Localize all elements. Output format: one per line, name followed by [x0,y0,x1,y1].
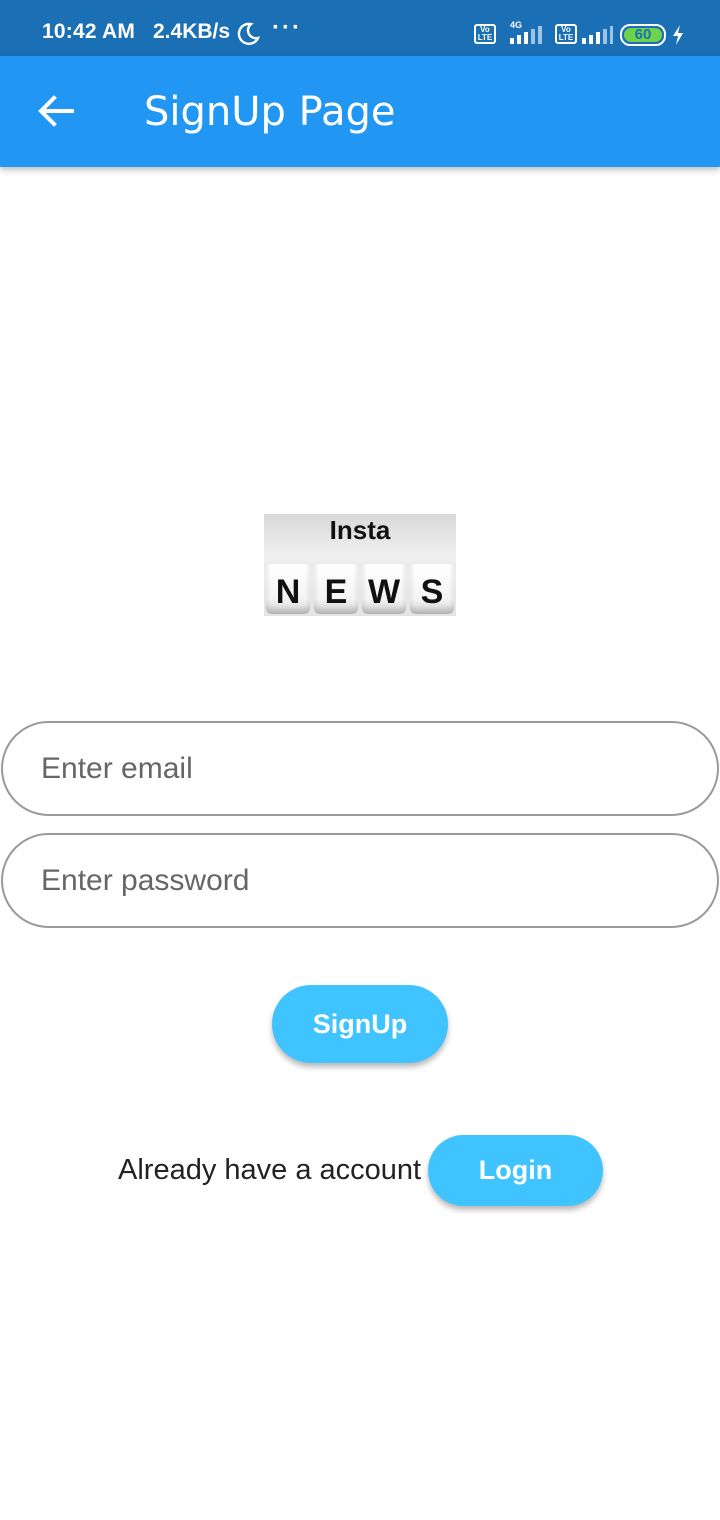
login-button[interactable]: Login [428,1135,603,1206]
logo-top-text: Insta [329,515,391,545]
volte-icon-sim2: Vo LTE [555,24,577,44]
email-field[interactable] [1,721,719,816]
battery-level: 60 [634,26,652,43]
logo-letter-cube: W [362,564,406,614]
logo-letter-cube: E [314,564,358,614]
password-input[interactable] [41,855,681,907]
app-bar: SignUp Page [0,56,720,167]
insta-news-logo: Insta N E W S [264,514,456,616]
logo-letter-cube: N [266,564,310,614]
moon-icon [236,22,261,51]
battery-icon: 60 [620,24,666,46]
already-have-account-text: Already have a account [118,1154,422,1186]
logo-letter-cube: S [410,564,454,614]
status-time: 10:42 AM [42,20,136,43]
more-notifications-icon: ··· [272,14,302,41]
charging-icon [671,24,685,51]
volte-icon: Vo LTE [474,24,496,44]
password-field[interactable] [1,833,719,928]
arrow-left-icon[interactable] [36,94,76,128]
status-bar: 10:42 AM 2.4KB/s ··· Vo LTE 4G Vo LTE 60 [0,0,720,56]
network-speed: 2.4KB/s [153,20,231,43]
signup-button[interactable]: SignUp [272,985,448,1063]
signal-icon [508,24,546,51]
signal-icon-sim2 [580,24,614,51]
page-title: SignUp Page [144,89,396,135]
email-input[interactable] [41,743,681,795]
